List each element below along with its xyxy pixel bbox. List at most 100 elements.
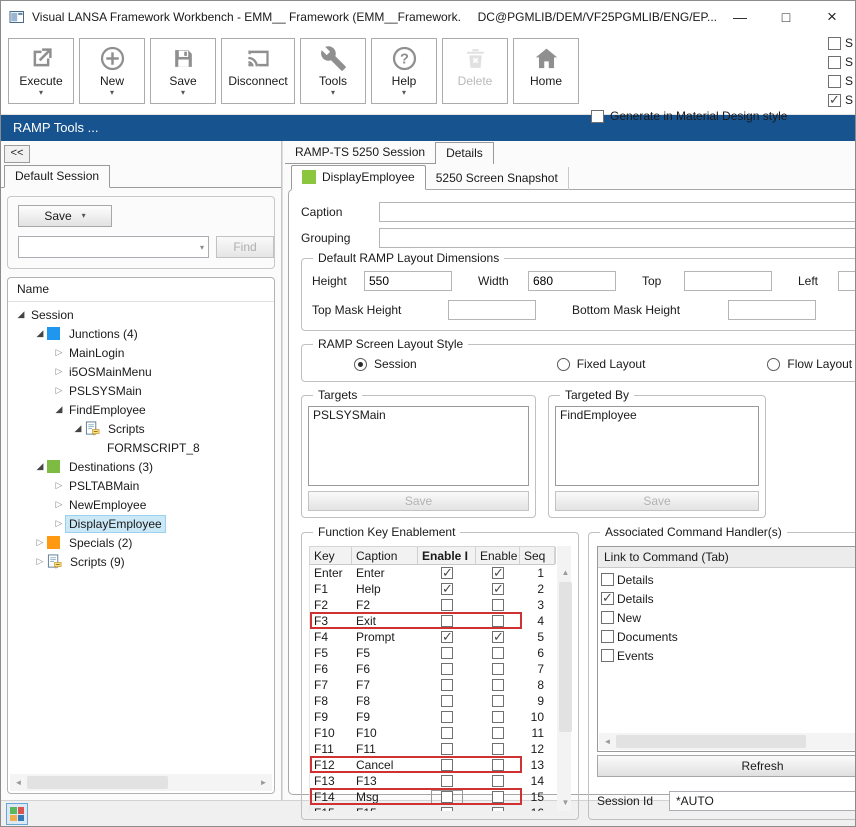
toolbar-button-save[interactable]: Save▾ xyxy=(150,38,216,104)
command-link-item-events-4[interactable]: Events xyxy=(598,646,856,665)
maximize-button[interactable]: □ xyxy=(763,1,809,33)
fk-enable2-checkbox[interactable] xyxy=(492,615,504,627)
tree-item-session[interactable]: ◢Session xyxy=(8,305,274,324)
toolbar-button-execute[interactable]: Execute▾ xyxy=(8,38,74,104)
radio-flow-layout[interactable]: Flow Layout xyxy=(767,357,852,371)
toolbar-button-disconnect[interactable]: Disconnect xyxy=(221,38,295,104)
expander-open-icon[interactable]: ◢ xyxy=(14,309,28,320)
close-button[interactable]: × xyxy=(809,1,855,33)
table-row-f10[interactable]: F10F1011 xyxy=(310,725,555,741)
checkbox-box[interactable] xyxy=(601,573,614,586)
fk-enable1-checkbox[interactable] xyxy=(441,567,453,579)
fk-header-enable-i[interactable]: Enable I xyxy=(418,547,476,564)
dimension-input-left[interactable] xyxy=(838,271,856,291)
table-row-f1[interactable]: F1Help2 xyxy=(310,581,555,597)
checkbox-box[interactable] xyxy=(601,630,614,643)
fk-enable2-checkbox[interactable] xyxy=(492,631,504,643)
refresh-button[interactable]: Refresh xyxy=(597,755,856,777)
table-row-f13[interactable]: F13F1314 xyxy=(310,773,555,789)
checkbox-box[interactable] xyxy=(828,37,841,50)
checkbox-box[interactable] xyxy=(601,592,614,605)
radio-fixed-layout[interactable]: Fixed Layout xyxy=(557,357,646,371)
table-row-f12[interactable]: F12Cancel13 xyxy=(310,757,555,773)
fk-enable1-checkbox[interactable] xyxy=(441,791,453,803)
tree-item-pslsysmain[interactable]: ▷PSLSYSMain xyxy=(8,381,274,400)
expander-closed-icon[interactable]: ▷ xyxy=(33,556,47,567)
fk-enable2-checkbox[interactable] xyxy=(492,647,504,659)
checkbox-box[interactable] xyxy=(601,611,614,624)
targeted-by-save-button[interactable]: Save xyxy=(555,491,759,511)
radio-button[interactable] xyxy=(557,358,570,371)
dimension-input-top[interactable] xyxy=(684,271,772,291)
fk-header-enable[interactable]: Enable xyxy=(476,547,520,564)
tree-item-destinations-3-[interactable]: ◢Destinations (3) xyxy=(8,457,274,476)
fk-enable2-checkbox[interactable] xyxy=(492,679,504,691)
save-dropdown-button[interactable]: Save ▾ xyxy=(18,205,112,227)
fk-enable1-checkbox[interactable] xyxy=(441,615,453,627)
expander-open-icon[interactable]: ◢ xyxy=(33,328,47,339)
caption-input[interactable] xyxy=(379,202,856,222)
session-id-combobox[interactable]: *AUTO ▾ xyxy=(669,791,856,811)
tree-item-scripts[interactable]: ◢Scripts xyxy=(8,419,274,438)
fk-header-seq[interactable]: Seq xyxy=(520,547,556,564)
toolbar-button-delete[interactable]: Delete xyxy=(442,38,508,104)
tree-item-junctions-4-[interactable]: ◢Junctions (4) xyxy=(8,324,274,343)
scrollbar-thumb[interactable] xyxy=(559,582,572,732)
tree-item-newemployee[interactable]: ▷NewEmployee xyxy=(8,495,274,514)
fk-enable2-checkbox[interactable] xyxy=(492,567,504,579)
tree-horizontal-scrollbar[interactable]: ◄ ► xyxy=(10,774,272,791)
tree-item-specials-2-[interactable]: ▷Specials (2) xyxy=(8,533,274,552)
expander-open-icon[interactable]: ◢ xyxy=(33,461,47,472)
tab-ramp-ts-5250-session[interactable]: RAMP-TS 5250 Session xyxy=(285,142,435,164)
scrollbar-thumb[interactable] xyxy=(616,735,806,748)
table-row-f7[interactable]: F7F78 xyxy=(310,677,555,693)
collapse-panel-button[interactable]: << xyxy=(4,145,30,163)
fk-header-caption[interactable]: Caption xyxy=(352,547,418,564)
fk-enable1-checkbox[interactable] xyxy=(441,743,453,755)
material-design-checkbox-box[interactable] xyxy=(591,110,604,123)
tab-default-session[interactable]: Default Session xyxy=(4,165,110,188)
mask-input-1[interactable] xyxy=(448,300,536,320)
fk-enable1-checkbox[interactable] xyxy=(441,807,453,811)
fk-enable2-checkbox[interactable] xyxy=(492,807,504,811)
fk-enable1-checkbox[interactable] xyxy=(441,679,453,691)
expander-closed-icon[interactable]: ▷ xyxy=(52,385,66,396)
fk-enable1-checkbox[interactable] xyxy=(441,663,453,675)
command-link-item-new-2[interactable]: New xyxy=(598,608,856,627)
toolbar-button-help[interactable]: ?Help▾ xyxy=(371,38,437,104)
expander-open-icon[interactable]: ◢ xyxy=(52,404,66,415)
fk-enable1-checkbox[interactable] xyxy=(441,631,453,643)
tab-details[interactable]: Details xyxy=(435,142,494,164)
table-row-f11[interactable]: F11F1112 xyxy=(310,741,555,757)
fk-enable2-checkbox[interactable] xyxy=(492,759,504,771)
table-row-f9[interactable]: F9F910 xyxy=(310,709,555,725)
command-link-item-documents-3[interactable]: Documents xyxy=(598,627,856,646)
fk-enable1-checkbox[interactable] xyxy=(441,599,453,611)
checkbox-box[interactable] xyxy=(828,94,841,107)
tree-item-mainlogin[interactable]: ▷MainLogin xyxy=(8,343,274,362)
function-key-vertical-scrollbar[interactable]: ▲ ▼ xyxy=(557,546,571,811)
tree-item-i5osmainmenu[interactable]: ▷i5OSMainMenu xyxy=(8,362,274,381)
table-row-f14[interactable]: F14Msg15 xyxy=(310,789,555,805)
side-checkbox-1[interactable]: S xyxy=(828,36,853,50)
side-checkbox-4[interactable]: S xyxy=(828,93,853,107)
subtab-5250-screen-snapshot[interactable]: 5250 Screen Snapshot xyxy=(426,167,569,190)
tree-item-scripts-9-[interactable]: ▷Scripts (9) xyxy=(8,552,274,571)
fk-enable2-checkbox[interactable] xyxy=(492,775,504,787)
fk-enable1-checkbox[interactable] xyxy=(441,711,453,723)
dimension-input-width[interactable] xyxy=(528,271,616,291)
toolbar-button-new[interactable]: New▾ xyxy=(79,38,145,104)
command-link-item-details-0[interactable]: Details xyxy=(598,570,856,589)
checkbox-box[interactable] xyxy=(828,56,841,69)
table-row-f5[interactable]: F5F56 xyxy=(310,645,555,661)
toolbar-button-home[interactable]: Home xyxy=(513,38,579,104)
search-combobox[interactable]: ▾ xyxy=(18,236,209,258)
fk-enable2-checkbox[interactable] xyxy=(492,599,504,611)
find-button[interactable]: Find xyxy=(216,236,274,258)
radio-session[interactable]: Session xyxy=(354,357,417,371)
checkbox-box[interactable] xyxy=(828,75,841,88)
tree-column-header[interactable]: Name xyxy=(8,278,274,302)
command-horizontal-scrollbar[interactable]: ◄ ► xyxy=(599,733,856,750)
expander-closed-icon[interactable]: ▷ xyxy=(33,537,47,548)
tree-item-displayemployee[interactable]: ▷DisplayEmployee xyxy=(8,514,274,533)
